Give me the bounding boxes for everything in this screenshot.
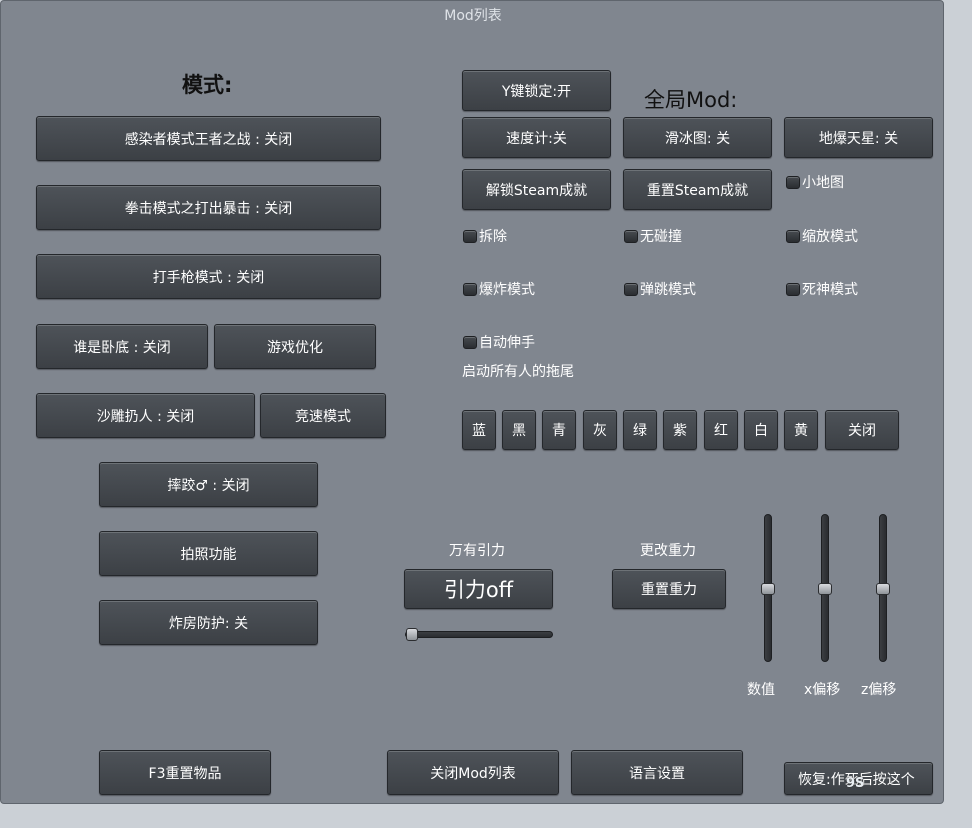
slider-thumb[interactable]	[406, 628, 418, 641]
global-mod-heading: 全局Mod:	[644, 88, 738, 112]
auto-reach-toggle[interactable]: 自动伸手	[463, 332, 535, 352]
trail-color-gray-button[interactable]: 灰	[583, 410, 617, 450]
pistol-mode-button[interactable]: 打手枪模式 : 关闭	[36, 254, 381, 299]
x-offset-slider-label: x偏移	[804, 682, 841, 698]
auto-reach-label: 自动伸手	[479, 335, 535, 351]
game-optimize-button[interactable]: 游戏优化	[214, 324, 376, 369]
trail-label: 启动所有人的拖尾	[462, 364, 574, 380]
f3-reset-items-button[interactable]: F3重置物品	[99, 750, 271, 795]
unlock-steam-achievements-button[interactable]: 解锁Steam成就	[462, 169, 611, 210]
boxing-crit-mode-button[interactable]: 拳击模式之打出暴击 : 关闭	[36, 185, 381, 230]
gravity-z-offset-slider[interactable]	[876, 514, 890, 662]
toggle-indicator	[786, 229, 800, 243]
gravity-toggle-button[interactable]: 引力off	[404, 569, 553, 609]
minimap-label: 小地图	[802, 175, 844, 191]
skate-map-button[interactable]: 滑冰图: 关	[623, 117, 772, 158]
window-title: Mod列表	[444, 8, 502, 24]
dismantle-label: 拆除	[479, 229, 507, 245]
close-mod-list-button[interactable]: 关闭Mod列表	[387, 750, 559, 795]
trail-color-green-button[interactable]: 绿	[623, 410, 657, 450]
explosion-mode-toggle[interactable]: 爆炸模式	[463, 279, 535, 299]
trail-color-red-button[interactable]: 红	[704, 410, 738, 450]
language-settings-button[interactable]: 语言设置	[571, 750, 743, 795]
bounce-mode-label: 弹跳模式	[640, 282, 696, 298]
trail-color-purple-button[interactable]: 紫	[663, 410, 697, 450]
modes-heading: 模式:	[182, 73, 233, 97]
speedometer-button[interactable]: 速度计:关	[462, 117, 611, 158]
racing-mode-button[interactable]: 竞速模式	[260, 393, 386, 438]
trail-color-cyan-button[interactable]: 青	[542, 410, 576, 450]
toggle-indicator	[463, 335, 477, 349]
z-offset-slider-label: z偏移	[861, 682, 897, 698]
photo-function-button[interactable]: 拍照功能	[99, 531, 318, 576]
slider-thumb[interactable]	[761, 583, 775, 595]
meteor-button[interactable]: 地爆天星: 关	[784, 117, 933, 158]
slider-thumb[interactable]	[876, 583, 890, 595]
no-collision-label: 无碰撞	[640, 229, 682, 245]
zoom-mode-toggle[interactable]: 缩放模式	[786, 226, 858, 246]
trail-color-black-button[interactable]: 黑	[502, 410, 536, 450]
trail-color-yellow-button[interactable]: 黄	[784, 410, 818, 450]
gravity-value-slider[interactable]	[761, 514, 775, 662]
explosion-mode-label: 爆炸模式	[479, 282, 535, 298]
toggle-indicator	[463, 229, 477, 243]
universal-gravity-label: 万有引力	[449, 543, 505, 559]
zoom-mode-label: 缩放模式	[802, 229, 858, 245]
mod-list-window: Mod列表 模式: 感染者模式王者之战 : 关闭 拳击模式之打出暴击 : 关闭 …	[0, 0, 944, 804]
minimap-toggle[interactable]: 小地图	[786, 172, 844, 192]
toggle-indicator	[463, 282, 477, 296]
change-gravity-label: 更改重力	[640, 543, 696, 559]
toss-people-button[interactable]: 沙雕扔人 : 关闭	[36, 393, 255, 438]
toggle-indicator	[624, 282, 638, 296]
reset-gravity-button[interactable]: 重置重力	[612, 569, 726, 609]
undercover-mode-button[interactable]: 谁是卧底 : 关闭	[36, 324, 208, 369]
trail-close-button[interactable]: 关闭	[825, 410, 899, 450]
trail-color-blue-button[interactable]: 蓝	[462, 410, 496, 450]
reaper-mode-toggle[interactable]: 死神模式	[786, 279, 858, 299]
y-lock-button[interactable]: Y键锁定:开	[462, 70, 611, 111]
universal-gravity-slider[interactable]	[405, 628, 553, 641]
watermark-logo: 9S	[846, 776, 865, 791]
slider-thumb[interactable]	[818, 583, 832, 595]
infected-king-mode-button[interactable]: 感染者模式王者之战 : 关闭	[36, 116, 381, 161]
bounce-mode-toggle[interactable]: 弹跳模式	[624, 279, 696, 299]
trail-color-white-button[interactable]: 白	[744, 410, 778, 450]
gravity-x-offset-slider[interactable]	[818, 514, 832, 662]
toggle-indicator	[624, 229, 638, 243]
blast-guard-button[interactable]: 炸房防护: 关	[99, 600, 318, 645]
toggle-indicator	[786, 175, 800, 189]
toggle-indicator	[786, 282, 800, 296]
reset-steam-achievements-button[interactable]: 重置Steam成就	[623, 169, 772, 210]
reaper-mode-label: 死神模式	[802, 282, 858, 298]
dismantle-toggle[interactable]: 拆除	[463, 226, 507, 246]
no-collision-toggle[interactable]: 无碰撞	[624, 226, 682, 246]
wrestle-mode-button[interactable]: 摔跤♂ : 关闭	[99, 462, 318, 507]
value-slider-label: 数值	[747, 682, 775, 698]
